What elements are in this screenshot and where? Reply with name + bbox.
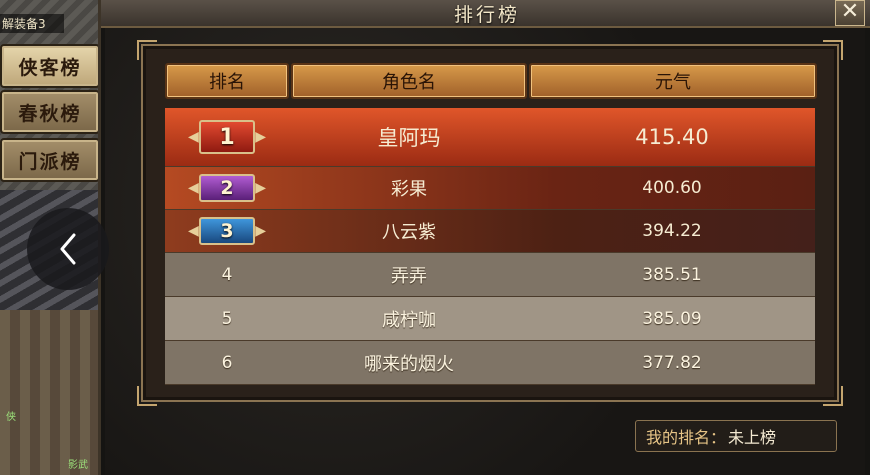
player-name: 哪来的烟火 bbox=[364, 353, 454, 375]
rank-badge-purple-icon: ◀ 2 ▶ bbox=[188, 173, 266, 203]
player-value: 385.51 bbox=[642, 264, 702, 285]
my-rank-box: 我的排名： 未上榜 bbox=[635, 420, 837, 452]
ranking-dialog: 排行榜 ✕ 排名 角色名 元气 ◀ 1 ▶ 皇阿玛 415.40 ◀ 2 ▶ 彩… bbox=[98, 0, 870, 475]
frame-corner-ornament bbox=[137, 40, 157, 60]
badge-wing-icon: ▶ bbox=[255, 180, 266, 196]
player-name: 弄弄 bbox=[391, 265, 427, 287]
side-tab-xiake[interactable]: 侠客榜 bbox=[0, 44, 100, 88]
player-name: 八云紫 bbox=[382, 222, 436, 243]
player-value: 377.82 bbox=[642, 352, 702, 373]
scene-wall bbox=[0, 310, 110, 475]
player-name: 彩果 bbox=[391, 179, 427, 200]
my-rank-label: 我的排名： bbox=[646, 428, 727, 447]
player-value: 400.60 bbox=[642, 178, 702, 198]
badge-wing-icon: ▶ bbox=[255, 223, 266, 239]
player-value: 394.22 bbox=[642, 221, 702, 241]
scene-npc-label: 影武 bbox=[68, 460, 88, 471]
ranking-table-frame: 排名 角色名 元气 ◀ 1 ▶ 皇阿玛 415.40 ◀ 2 ▶ 彩果 400.… bbox=[137, 40, 843, 406]
rank-number: 5 bbox=[221, 308, 233, 329]
player-value: 385.09 bbox=[642, 308, 702, 329]
rank-number: 4 bbox=[221, 264, 233, 285]
frame-corner-ornament bbox=[823, 386, 843, 406]
back-button[interactable] bbox=[27, 208, 109, 290]
rank-cell: ◀ 2 ▶ bbox=[165, 173, 289, 203]
my-rank-value: 未上榜 bbox=[728, 428, 777, 447]
close-icon: ✕ bbox=[840, 0, 860, 24]
scene-overlay-text: 解装备3 bbox=[0, 14, 64, 33]
ranking-row-2[interactable]: ◀ 2 ▶ 彩果 400.60 bbox=[165, 167, 815, 210]
rank-cell: ◀ 3 ▶ bbox=[165, 216, 289, 246]
rank-number: 3 bbox=[198, 217, 256, 245]
rank-number: 1 bbox=[198, 120, 256, 154]
rank-number: 2 bbox=[198, 174, 256, 202]
rank-cell: ◀ 1 ▶ bbox=[165, 120, 289, 154]
badge-wing-icon: ◀ bbox=[188, 180, 199, 196]
badge-wing-icon: ◀ bbox=[188, 223, 199, 239]
dialog-title: 排行榜 bbox=[453, 3, 520, 26]
badge-wing-icon: ◀ bbox=[188, 129, 199, 145]
close-button[interactable]: ✕ bbox=[835, 0, 865, 26]
player-value: 415.40 bbox=[635, 125, 709, 149]
rank-badge-blue-icon: ◀ 3 ▶ bbox=[188, 216, 266, 246]
rank-number: 6 bbox=[221, 352, 233, 373]
side-tab-menpai[interactable]: 门派榜 bbox=[0, 138, 100, 182]
frame-corner-ornament bbox=[137, 386, 157, 406]
player-name: 皇阿玛 bbox=[377, 126, 441, 150]
column-header-rank: 排名 bbox=[165, 63, 289, 99]
badge-wing-icon: ▶ bbox=[255, 129, 266, 145]
chevron-left-icon bbox=[60, 233, 76, 265]
frame-corner-ornament bbox=[823, 40, 843, 60]
dialog-title-bar: 排行榜 ✕ bbox=[101, 0, 870, 28]
rank-badge-gold-icon: ◀ 1 ▶ bbox=[188, 120, 266, 154]
scene-npc-label: 侠 bbox=[6, 412, 16, 423]
ranking-row-6[interactable]: 6 哪来的烟火 377.82 bbox=[165, 341, 815, 385]
side-tab-chunqiu[interactable]: 春秋榜 bbox=[0, 90, 100, 134]
ranking-row-1[interactable]: ◀ 1 ▶ 皇阿玛 415.40 bbox=[165, 108, 815, 167]
ranking-row-5[interactable]: 5 咸柠咖 385.09 bbox=[165, 297, 815, 341]
column-header-name: 角色名 bbox=[291, 63, 527, 99]
player-name: 咸柠咖 bbox=[382, 309, 436, 331]
dialog-body: 排名 角色名 元气 ◀ 1 ▶ 皇阿玛 415.40 ◀ 2 ▶ 彩果 400.… bbox=[105, 28, 865, 475]
column-header-value: 元气 bbox=[529, 63, 817, 99]
ranking-row-3[interactable]: ◀ 3 ▶ 八云紫 394.22 bbox=[165, 210, 815, 253]
ranking-row-4[interactable]: 4 弄弄 385.51 bbox=[165, 253, 815, 297]
